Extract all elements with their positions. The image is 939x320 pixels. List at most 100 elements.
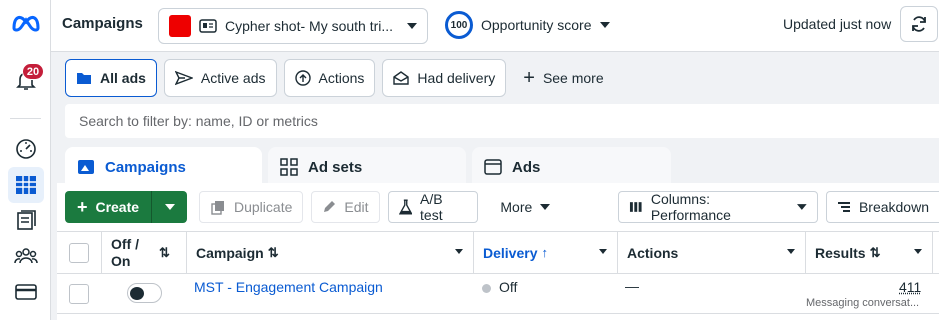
delivery-status: Off	[499, 279, 518, 295]
columns-icon	[630, 202, 642, 212]
header-results-label: Results	[815, 244, 866, 261]
dashboard-gauge-icon	[16, 139, 36, 159]
breakdown-label: Breakdown	[858, 199, 929, 215]
header-actions-label: Actions	[627, 244, 679, 261]
pages-icon	[17, 210, 36, 230]
chevron-down-icon	[407, 23, 417, 29]
notification-badge: 20	[22, 63, 44, 80]
filter-all-ads[interactable]: All ads	[65, 59, 157, 97]
arrow-up-circle-icon	[294, 70, 311, 86]
more-label: More	[500, 199, 533, 215]
duplicate-label: Duplicate	[234, 199, 293, 215]
rail-item-pages[interactable]	[8, 202, 44, 238]
filter-all-ads-label: All ads	[100, 70, 146, 86]
header-campaign-label: Campaign	[196, 244, 264, 261]
tab-campaigns[interactable]: Campaigns	[65, 147, 262, 187]
rail-item-audiences[interactable]	[8, 238, 44, 274]
search-bar	[65, 104, 939, 138]
rail-divider	[10, 118, 41, 119]
updated-status: Updated just now	[783, 16, 892, 32]
opportunity-score[interactable]: 100 Opportunity score	[445, 11, 610, 39]
folder-icon	[77, 73, 91, 84]
row-select-checkbox[interactable]	[69, 284, 89, 304]
campaign-name-link[interactable]: MST - Engagement Campaign	[194, 279, 383, 295]
edit-button[interactable]: Edit	[311, 191, 380, 223]
filter-actions-label: Actions	[318, 70, 365, 86]
table-grid-icon	[16, 176, 36, 194]
account-selector[interactable]: Cypher shot- My south tri...	[158, 8, 428, 44]
header-delivery-label: Delivery	[483, 244, 538, 261]
left-nav-rail: 20	[0, 0, 51, 320]
chevron-down-icon	[164, 204, 175, 210]
sort-ascending-icon: ↑	[541, 245, 548, 260]
create-button-group: + Create	[65, 191, 187, 223]
filter-see-more-label: See more	[542, 70, 604, 86]
chevron-down-icon	[540, 204, 551, 210]
breakdown-icon	[837, 202, 850, 212]
plus-icon: +	[523, 67, 535, 89]
chevron-down-icon	[455, 249, 463, 254]
ad-window-icon	[484, 159, 502, 175]
header-campaign[interactable]: Campaign ⇅	[187, 232, 474, 273]
chevron-down-icon	[599, 249, 607, 254]
toggle-knob	[130, 287, 144, 300]
create-dropdown-button[interactable]	[151, 191, 187, 223]
rail-item-overview[interactable]	[8, 131, 44, 167]
filter-chips: All ads Active ads Actions Had delivery …	[65, 59, 614, 97]
columns-button[interactable]: Columns: Performance	[618, 191, 818, 223]
rail-item-billing[interactable]	[8, 274, 44, 310]
billing-card-icon	[15, 284, 37, 300]
chevron-down-icon	[787, 249, 795, 254]
flask-icon	[398, 199, 413, 215]
refresh-button[interactable]	[900, 6, 938, 42]
filter-had-delivery-label: Had delivery	[417, 70, 496, 86]
more-button[interactable]: More	[490, 191, 561, 223]
delivery-status-dot	[482, 284, 491, 293]
tab-ad-sets[interactable]: Ad sets	[268, 147, 466, 187]
chevron-down-icon	[797, 204, 807, 210]
campaign-toggle[interactable]	[127, 283, 162, 303]
refresh-icon	[912, 16, 926, 32]
ab-test-label: A/B test	[420, 191, 443, 223]
tab-ads-label: Ads	[512, 158, 541, 176]
search-input[interactable]	[65, 104, 939, 138]
send-icon	[174, 70, 193, 86]
select-all-cell	[57, 232, 102, 273]
audience-icon	[14, 248, 38, 264]
results-value[interactable]: 411	[899, 279, 921, 295]
meta-logo-icon[interactable]	[11, 11, 41, 33]
ad-sets-grid-icon	[280, 158, 298, 176]
header-actions[interactable]: Actions	[618, 232, 806, 273]
opportunity-score-ring: 100	[445, 11, 473, 39]
header-off-on[interactable]: Off / On ⇅	[102, 232, 187, 273]
chevron-down-icon	[599, 22, 610, 28]
filter-had-delivery[interactable]: Had delivery	[382, 59, 507, 97]
table-header-row: Off / On ⇅ Campaign ⇅ Delivery ↑ Actions…	[57, 231, 939, 274]
header-results[interactable]: Results ⇅	[806, 232, 933, 273]
table-toolbar: + Create Duplicate Edit A/B test More Co…	[65, 191, 939, 223]
ab-test-button[interactable]: A/B test	[387, 191, 479, 223]
select-all-checkbox[interactable]	[69, 242, 89, 263]
sort-icon: ⇅	[267, 244, 279, 260]
account-name: Cypher shot- My south tri...	[225, 18, 394, 34]
create-button[interactable]: + Create	[65, 191, 151, 223]
tab-ads[interactable]: Ads	[472, 147, 671, 187]
edit-label: Edit	[344, 199, 369, 215]
filter-active-ads[interactable]: Active ads	[163, 59, 277, 97]
header-delivery[interactable]: Delivery ↑	[474, 232, 618, 273]
sort-icon: ⇅	[869, 244, 881, 260]
tab-ad-sets-label: Ad sets	[308, 158, 363, 176]
columns-label: Columns: Performance	[650, 191, 731, 223]
header-off-on-label: Off / On	[111, 235, 139, 269]
pencil-icon	[324, 201, 336, 212]
account-avatar	[169, 15, 191, 37]
filter-see-more[interactable]: + See more	[513, 59, 613, 97]
rail-item-ads-manager[interactable]	[8, 167, 44, 203]
breakdown-button[interactable]: Breakdown	[825, 191, 939, 223]
tab-campaigns-label: Campaigns	[105, 158, 186, 176]
envelope-open-icon	[393, 71, 410, 85]
campaigns-panel: + Create Duplicate Edit A/B test More Co…	[57, 183, 939, 320]
duplicate-button[interactable]: Duplicate	[199, 191, 304, 223]
actions-value: —	[625, 278, 639, 294]
filter-actions[interactable]: Actions	[283, 59, 376, 97]
